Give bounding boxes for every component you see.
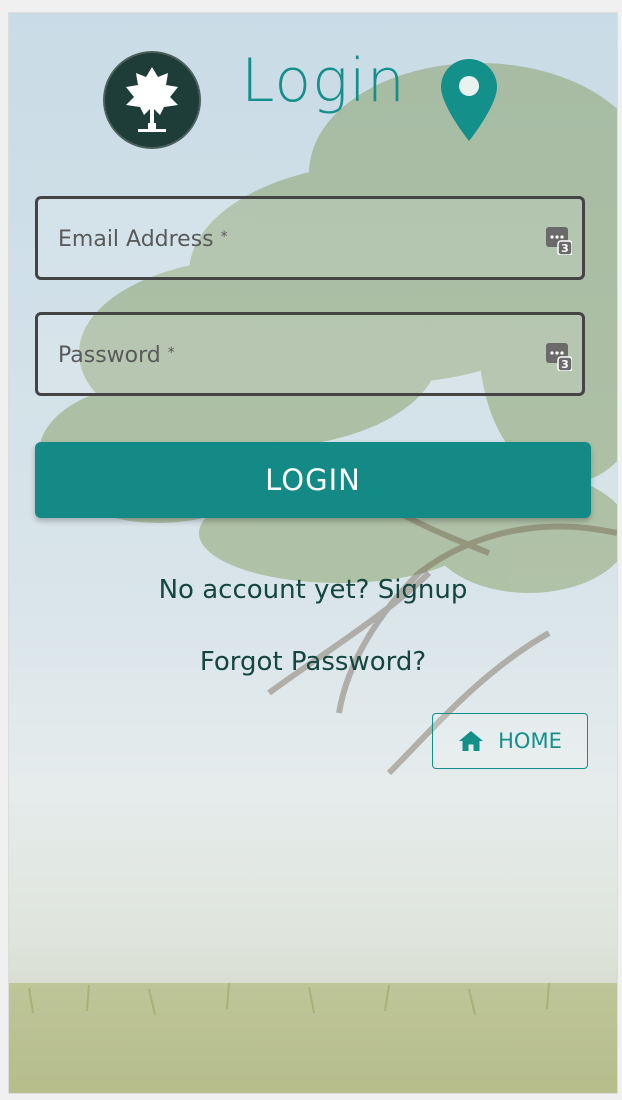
login-screen: Login Email Address * 3 Password * 3 LOG…: [8, 12, 618, 1094]
svg-text:3: 3: [561, 358, 569, 371]
keypad-icon[interactable]: 3: [546, 343, 573, 375]
home-label: HOME: [498, 729, 562, 753]
forgot-password-link[interactable]: Forgot Password?: [9, 647, 617, 677]
email-field[interactable]: Email Address * 3: [35, 196, 585, 280]
password-input[interactable]: [56, 315, 526, 393]
background-landscape: [9, 63, 617, 1093]
password-field[interactable]: Password * 3: [35, 312, 585, 396]
signup-link[interactable]: No account yet? Signup: [9, 575, 617, 605]
tree-logo-glyph: [126, 67, 178, 132]
page-title: Login: [241, 46, 406, 116]
home-button[interactable]: HOME: [432, 713, 588, 769]
svg-text:3: 3: [561, 242, 569, 255]
login-button[interactable]: LOGIN: [35, 442, 591, 518]
email-input[interactable]: [56, 199, 526, 277]
location-pin-icon[interactable]: [441, 59, 497, 145]
tree-logo-icon: [105, 53, 199, 147]
home-icon: [459, 731, 484, 751]
keypad-icon[interactable]: 3: [546, 227, 573, 259]
